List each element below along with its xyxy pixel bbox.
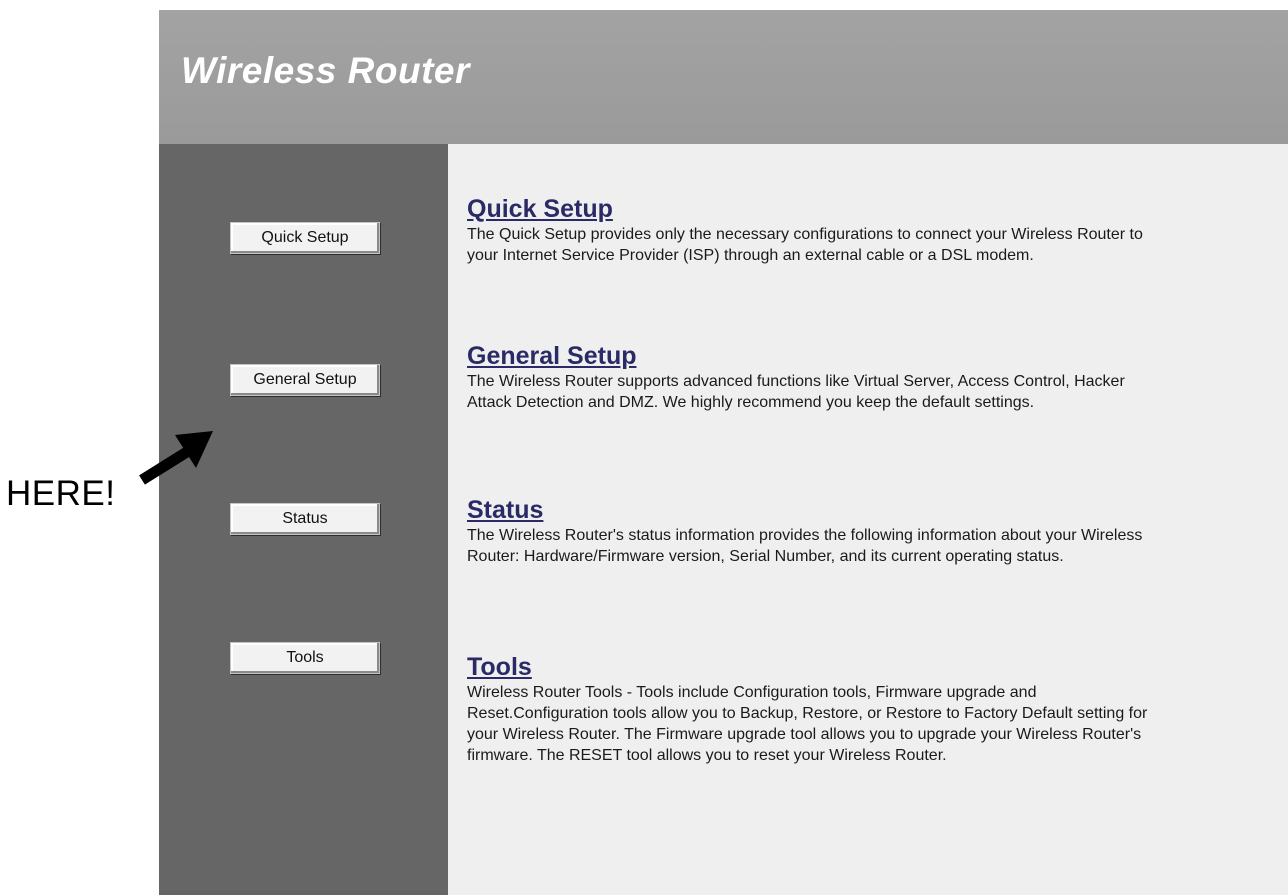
section-description: The Wireless Router's status information… [467, 527, 1143, 565]
status-link[interactable]: Status [467, 496, 543, 524]
general-setup-link[interactable]: General Setup [467, 342, 637, 370]
status-button[interactable]: Status [230, 503, 380, 535]
tools-link[interactable]: Tools [467, 653, 532, 681]
sidebar: Quick Setup General Setup Status Tools [159, 144, 448, 895]
section-heading: Tools [467, 653, 1167, 682]
main-content: Quick Setup The Quick Setup provides onl… [448, 144, 1288, 895]
here-annotation-label: HERE! [6, 474, 116, 513]
section-description: The Wireless Router supports advanced fu… [467, 373, 1125, 411]
quick-setup-section: Quick Setup The Quick Setup provides onl… [467, 195, 1167, 266]
status-section: Status The Wireless Router's status info… [467, 496, 1167, 567]
section-heading: Status [467, 496, 1167, 525]
section-description: The Quick Setup provides only the necess… [467, 226, 1143, 264]
header-banner: Wireless Router [159, 10, 1288, 144]
section-description: Wireless Router Tools - Tools include Co… [467, 684, 1148, 764]
quick-setup-button[interactable]: Quick Setup [230, 222, 380, 254]
general-setup-section: General Setup The Wireless Router suppor… [467, 342, 1167, 413]
section-heading: Quick Setup [467, 195, 1167, 224]
arrow-icon [139, 431, 213, 485]
section-heading: General Setup [467, 342, 1167, 371]
app-title: Wireless Router [181, 50, 470, 91]
tools-section: Tools Wireless Router Tools - Tools incl… [467, 653, 1167, 766]
general-setup-button[interactable]: General Setup [230, 364, 380, 396]
tools-button[interactable]: Tools [230, 642, 380, 674]
quick-setup-link[interactable]: Quick Setup [467, 195, 613, 223]
